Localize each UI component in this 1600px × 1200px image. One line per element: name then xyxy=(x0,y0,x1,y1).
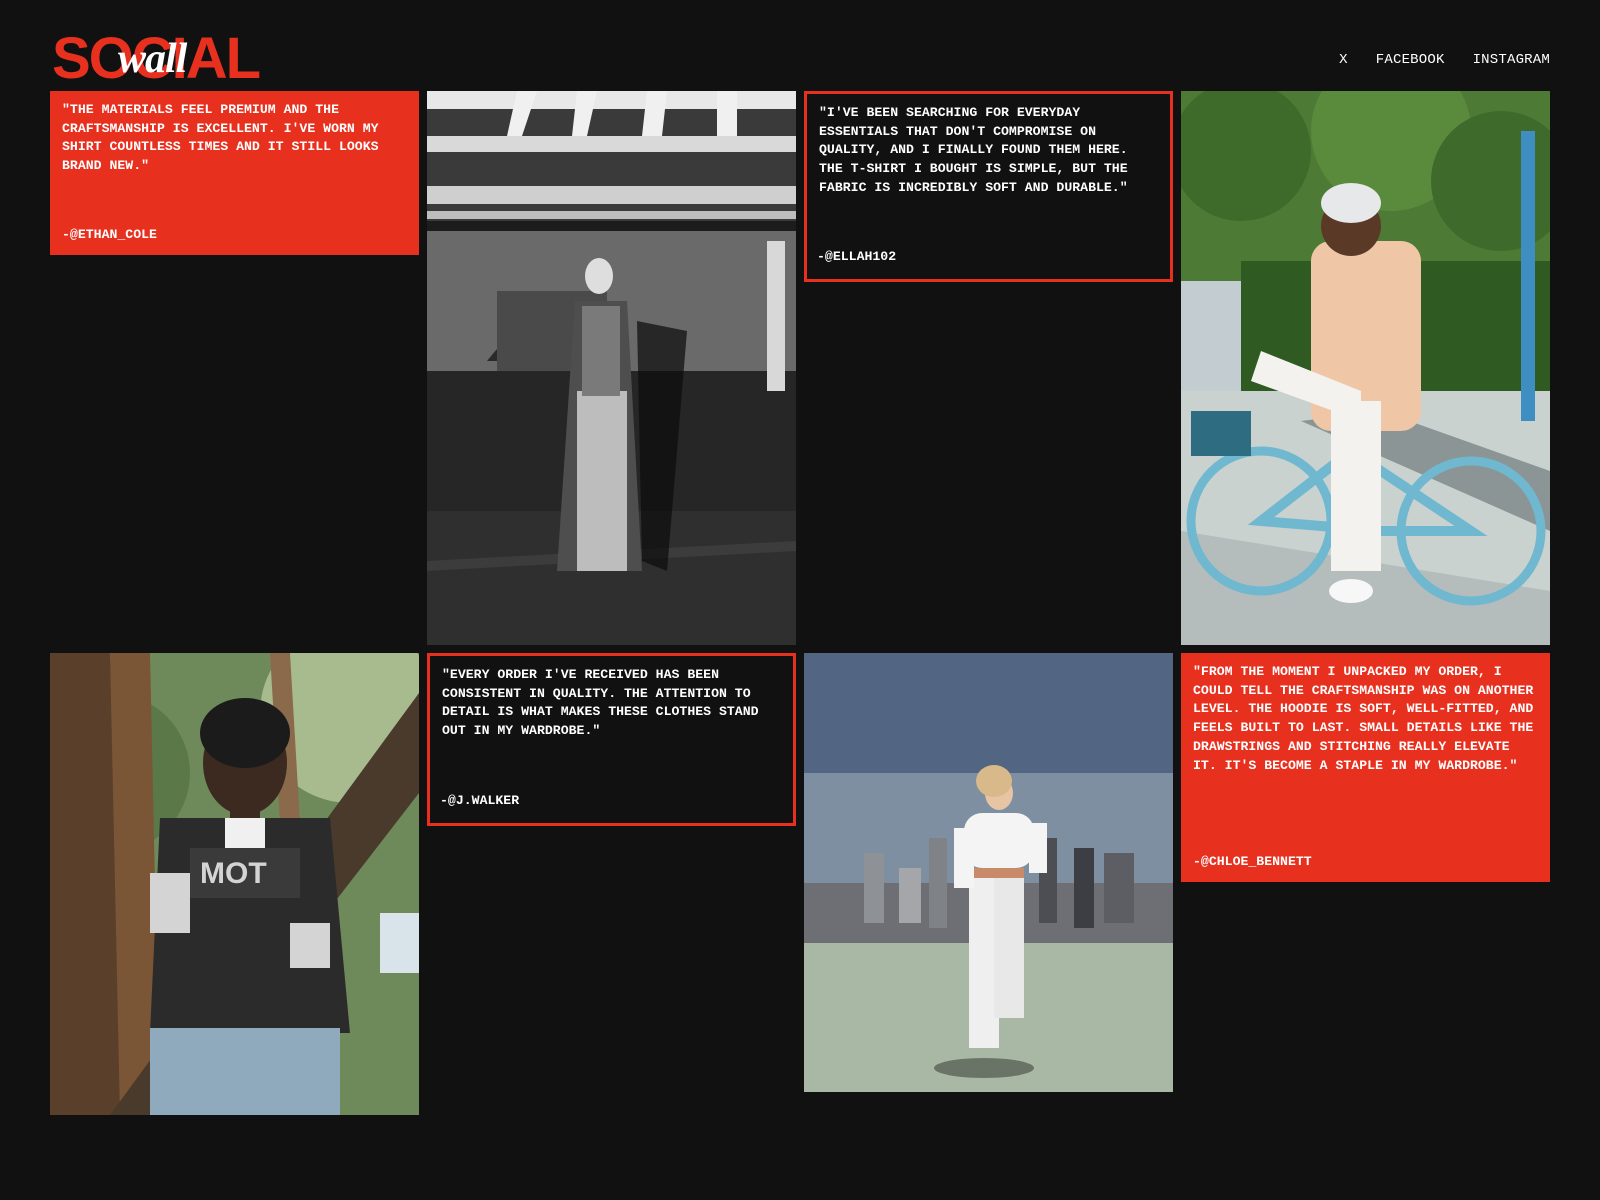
testimonial-author: -@ETHAN_COLE xyxy=(62,227,157,243)
testimonial-quote: "FROM THE MOMENT I UNPACKED MY ORDER, I … xyxy=(1193,664,1534,773)
photo-man-tree[interactable]: MOT xyxy=(50,653,419,1115)
nav-link-x[interactable]: X xyxy=(1339,52,1348,68)
nav-link-instagram[interactable]: INSTAGRAM xyxy=(1473,52,1550,68)
nav-link-facebook[interactable]: FACEBOOK xyxy=(1376,52,1445,68)
testimonial-card: "THE MATERIALS FEEL PREMIUM AND THE CRAF… xyxy=(50,91,419,255)
photo-man-tree-image: MOT xyxy=(50,653,419,1115)
testimonial-quote: "THE MATERIALS FEEL PREMIUM AND THE CRAF… xyxy=(62,102,379,174)
svg-text:MOT: MOT xyxy=(200,857,267,890)
testimonial-author: -@ELLAH102 xyxy=(817,249,897,265)
testimonial-author: -@CHLOE_BENNETT xyxy=(1193,854,1312,870)
testimonial-card: "FROM THE MOMENT I UNPACKED MY ORDER, I … xyxy=(1181,653,1550,882)
photo-man-bicycle-image xyxy=(1181,91,1550,645)
photo-man-bicycle[interactable] xyxy=(1181,91,1550,645)
testimonial-card: "I'VE BEEN SEARCHING FOR EVERYDAY ESSENT… xyxy=(804,91,1173,282)
testimonial-author: -@J.WALKER xyxy=(440,793,520,809)
photo-bw-corridor[interactable] xyxy=(427,91,796,645)
testimonial-quote: "I'VE BEEN SEARCHING FOR EVERYDAY ESSENT… xyxy=(819,105,1128,195)
brand-logo[interactable]: SOCIAL wall xyxy=(52,30,272,88)
testimonial-card: "EVERY ORDER I'VE RECEIVED HAS BEEN CONS… xyxy=(427,653,796,826)
photo-woman-running[interactable] xyxy=(804,653,1173,1092)
testimonial-quote: "EVERY ORDER I'VE RECEIVED HAS BEEN CONS… xyxy=(442,667,759,739)
brand-logo-script: wall xyxy=(118,36,187,82)
photo-woman-running-image xyxy=(804,653,1173,1092)
social-nav: X FACEBOOK INSTAGRAM xyxy=(1339,52,1550,68)
photo-bw-corridor-image xyxy=(427,91,796,645)
